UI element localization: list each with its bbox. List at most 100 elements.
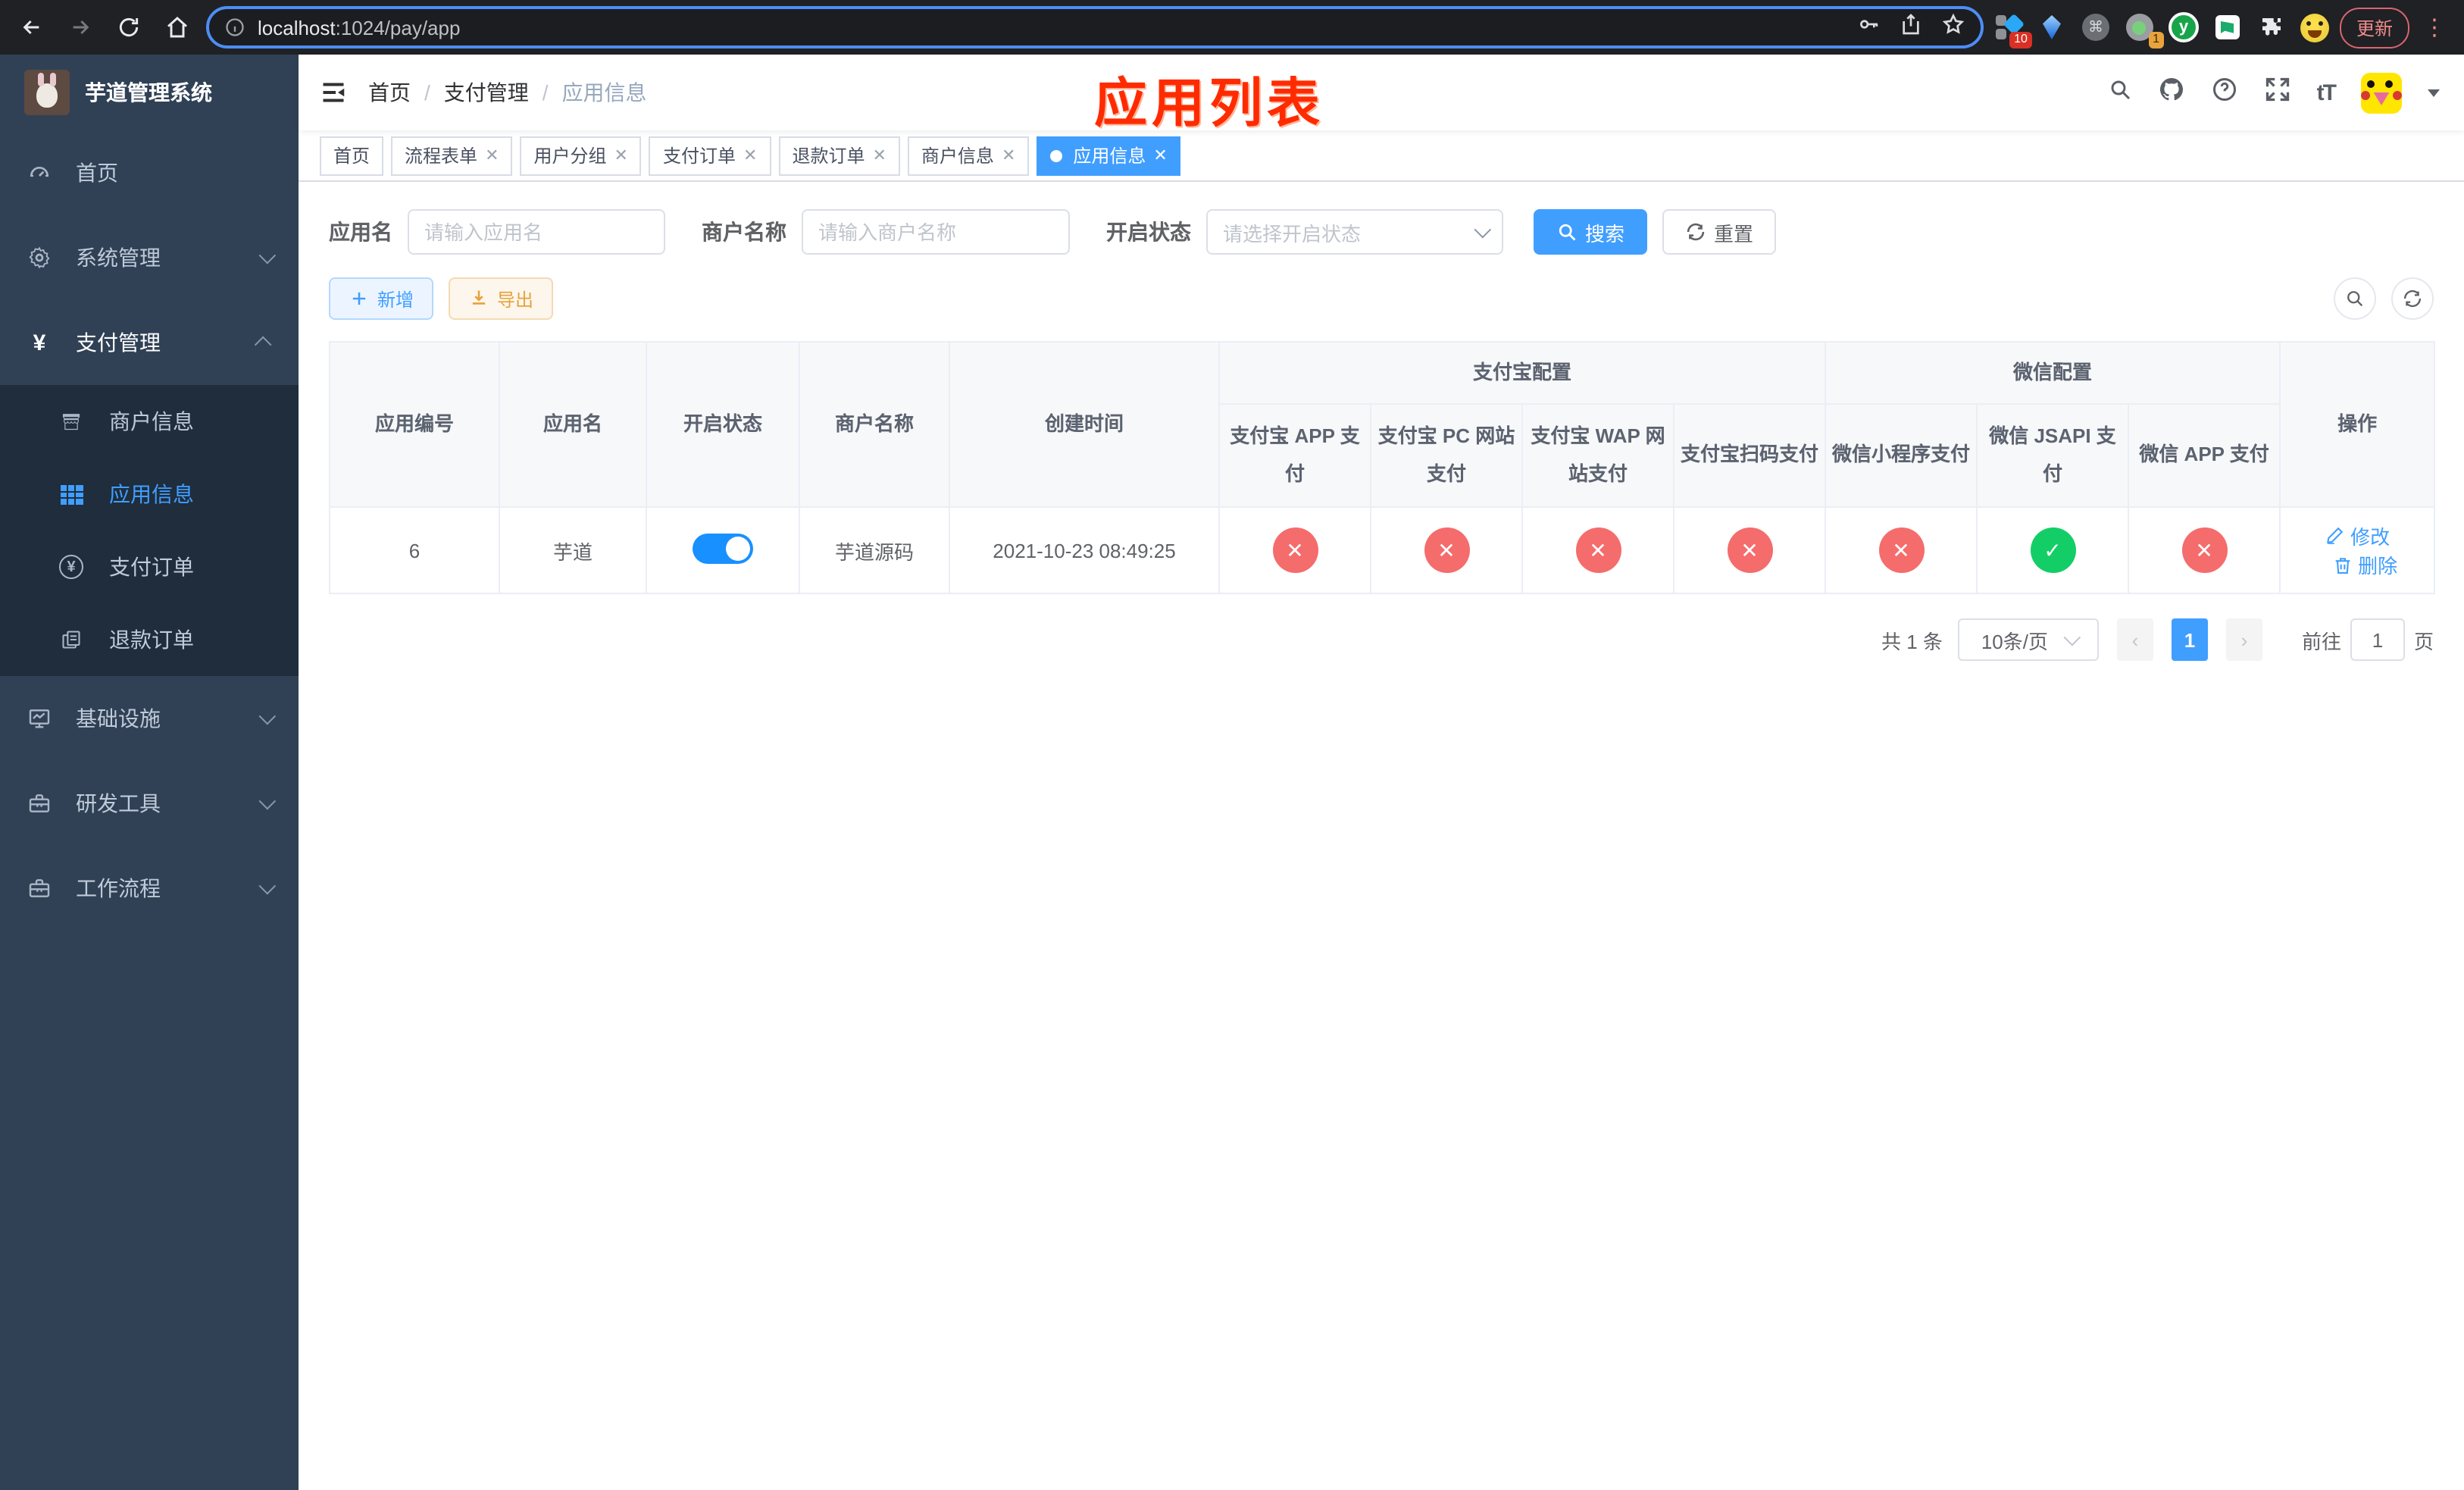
chevron-down-icon (2062, 628, 2081, 646)
sidebar-item-label: 商户信息 (109, 409, 194, 434)
app-name-input[interactable] (408, 209, 665, 255)
tab-home[interactable]: 首页 (320, 136, 384, 175)
address-bar[interactable]: localhost:1024/pay/app (206, 6, 1984, 49)
close-icon[interactable]: ✕ (485, 146, 499, 165)
avatar-caret-icon[interactable] (2428, 89, 2440, 102)
status-toggle[interactable] (693, 533, 753, 563)
password-key-icon[interactable] (1856, 11, 1881, 43)
status-label: 开启状态 (1106, 220, 1191, 244)
sidebar-item-system[interactable]: 系统管理 (0, 215, 299, 300)
sidebar-item-merchant-info[interactable]: 商户信息 (0, 385, 299, 458)
table-row: 6 芋道 芋道源码 2021-10-23 08:49:25 ✕ ✕ ✕ ✕ ✕ (329, 506, 2436, 594)
fullscreen-icon[interactable] (2264, 75, 2291, 110)
status-icon: ✕ (1272, 527, 1318, 573)
browser-home-button[interactable] (158, 8, 197, 47)
extension-command-icon[interactable]: ⌘ (2081, 12, 2111, 42)
extension-gem-icon[interactable] (2037, 12, 2067, 42)
workflow-toolbox-icon (27, 876, 52, 900)
breadcrumb-section[interactable]: 支付管理 (444, 77, 529, 108)
sidebar-item-label: 应用信息 (109, 482, 194, 506)
delete-link[interactable]: 删除 (2332, 550, 2397, 579)
help-icon[interactable] (2211, 75, 2238, 110)
grid-table-icon (59, 484, 83, 504)
sidebar-item-label: 支付管理 (76, 330, 161, 355)
reset-button[interactable]: 重置 (1662, 209, 1777, 255)
col-header-wechat-mini: 微信小程序支付 (1825, 403, 1978, 508)
group-header-wechat: 微信配置 (1825, 341, 2281, 405)
tab-process-form[interactable]: 流程表单 ✕ (391, 136, 513, 175)
chevron-down-icon (258, 246, 277, 265)
header-search-icon[interactable] (2108, 77, 2132, 108)
gear-icon (27, 246, 52, 270)
github-icon[interactable] (2158, 75, 2185, 110)
browser-menu-icon[interactable]: ⋮ (2419, 14, 2452, 41)
browser-forward-button[interactable] (61, 8, 100, 47)
sidebar-item-dev-tools[interactable]: 研发工具 (0, 761, 299, 846)
site-info-icon[interactable] (224, 17, 245, 38)
sidebar-item-pay-order[interactable]: ¥ 支付订单 (0, 531, 299, 603)
tab-user-group[interactable]: 用户分组 ✕ (520, 136, 642, 175)
extensions-puzzle-icon[interactable] (2256, 12, 2287, 42)
close-icon[interactable]: ✕ (872, 146, 886, 165)
tab-pay-order[interactable]: 支付订单 ✕ (649, 136, 771, 175)
col-header-alipay-app: 支付宝 APP 支付 (1218, 403, 1371, 508)
tab-merchant-info[interactable]: 商户信息 ✕ (907, 136, 1030, 175)
sidebar: 芋道管理系统 首页 系统管理 ¥ 支付管理 商户信息 应用信息 ¥ 支付订单 退… (0, 55, 299, 1490)
status-icon: ✕ (1878, 527, 1925, 573)
add-button[interactable]: 新增 (329, 277, 434, 320)
sidebar-item-workflow[interactable]: 工作流程 (0, 846, 299, 931)
chevron-down-icon (258, 792, 277, 810)
share-icon[interactable] (1899, 11, 1923, 43)
edit-link[interactable]: 修改 (2325, 521, 2390, 549)
close-icon[interactable]: ✕ (1002, 146, 1015, 165)
browser-back-button[interactable] (12, 8, 52, 47)
refresh-button[interactable] (2391, 277, 2434, 320)
bookmark-star-icon[interactable] (1941, 11, 1965, 43)
status-icon: ✕ (1424, 527, 1469, 573)
goto-page-input[interactable] (2350, 618, 2405, 661)
extension-chat-icon[interactable] (2212, 12, 2243, 42)
payment-submenu: 商户信息 应用信息 ¥ 支付订单 退款订单 (0, 385, 299, 676)
close-icon[interactable]: ✕ (743, 146, 757, 165)
extension-y-icon[interactable]: y (2168, 12, 2199, 42)
page-1-button[interactable]: 1 (2171, 618, 2208, 661)
search-button[interactable]: 搜索 (1534, 209, 1648, 255)
browser-chrome: localhost:1024/pay/app 10 ⌘ 1 y 更新 ⋮ (0, 0, 2464, 55)
next-page-button[interactable]: › (2225, 618, 2262, 661)
export-button[interactable]: 导出 (449, 277, 554, 320)
profile-avatar-icon[interactable] (2300, 12, 2331, 42)
browser-update-button[interactable]: 更新 (2339, 7, 2409, 48)
sidebar-logo[interactable]: 芋道管理系统 (0, 55, 299, 130)
document-icon (59, 629, 83, 650)
collapse-sidebar-icon[interactable] (320, 79, 347, 106)
sidebar-item-label: 工作流程 (76, 876, 161, 900)
breadcrumb-home[interactable]: 首页 (368, 77, 411, 108)
toolbox-icon (27, 791, 52, 815)
chevron-down-icon (258, 877, 277, 895)
extension-status-icon[interactable]: 1 (2125, 12, 2164, 49)
toggle-search-button[interactable] (2334, 277, 2376, 320)
sidebar-item-label: 研发工具 (76, 791, 161, 815)
chevron-down-icon (258, 707, 277, 725)
font-size-icon[interactable]: tT (2317, 80, 2337, 105)
user-avatar[interactable] (2361, 72, 2402, 113)
close-icon[interactable]: ✕ (614, 146, 628, 165)
prev-page-button[interactable]: ‹ (2116, 618, 2153, 661)
close-icon[interactable]: ✕ (1153, 146, 1167, 165)
sidebar-item-home[interactable]: 首页 (0, 130, 299, 215)
sidebar-item-payment[interactable]: ¥ 支付管理 (0, 300, 299, 385)
cell-operations: 修改 删除 (2279, 506, 2436, 594)
page-size-select[interactable]: 10条/页 (1957, 618, 2099, 661)
status-select[interactable]: 请选择开启状态 (1206, 209, 1503, 255)
sidebar-item-app-info[interactable]: 应用信息 (0, 458, 299, 531)
cell-app-name: 芋道 (499, 506, 647, 594)
sidebar-item-refund-order[interactable]: 退款订单 (0, 603, 299, 676)
merchant-name-input[interactable] (802, 209, 1070, 255)
status-icon: ✕ (1727, 527, 1772, 573)
sidebar-item-infrastructure[interactable]: 基础设施 (0, 676, 299, 761)
tab-refund-order[interactable]: 退款订单 ✕ (778, 136, 900, 175)
dashboard-icon (27, 161, 52, 185)
tab-app-info[interactable]: 应用信息 ✕ (1037, 136, 1181, 175)
browser-reload-button[interactable] (109, 8, 149, 47)
extension-blocks-icon[interactable]: 10 (1993, 12, 2032, 49)
